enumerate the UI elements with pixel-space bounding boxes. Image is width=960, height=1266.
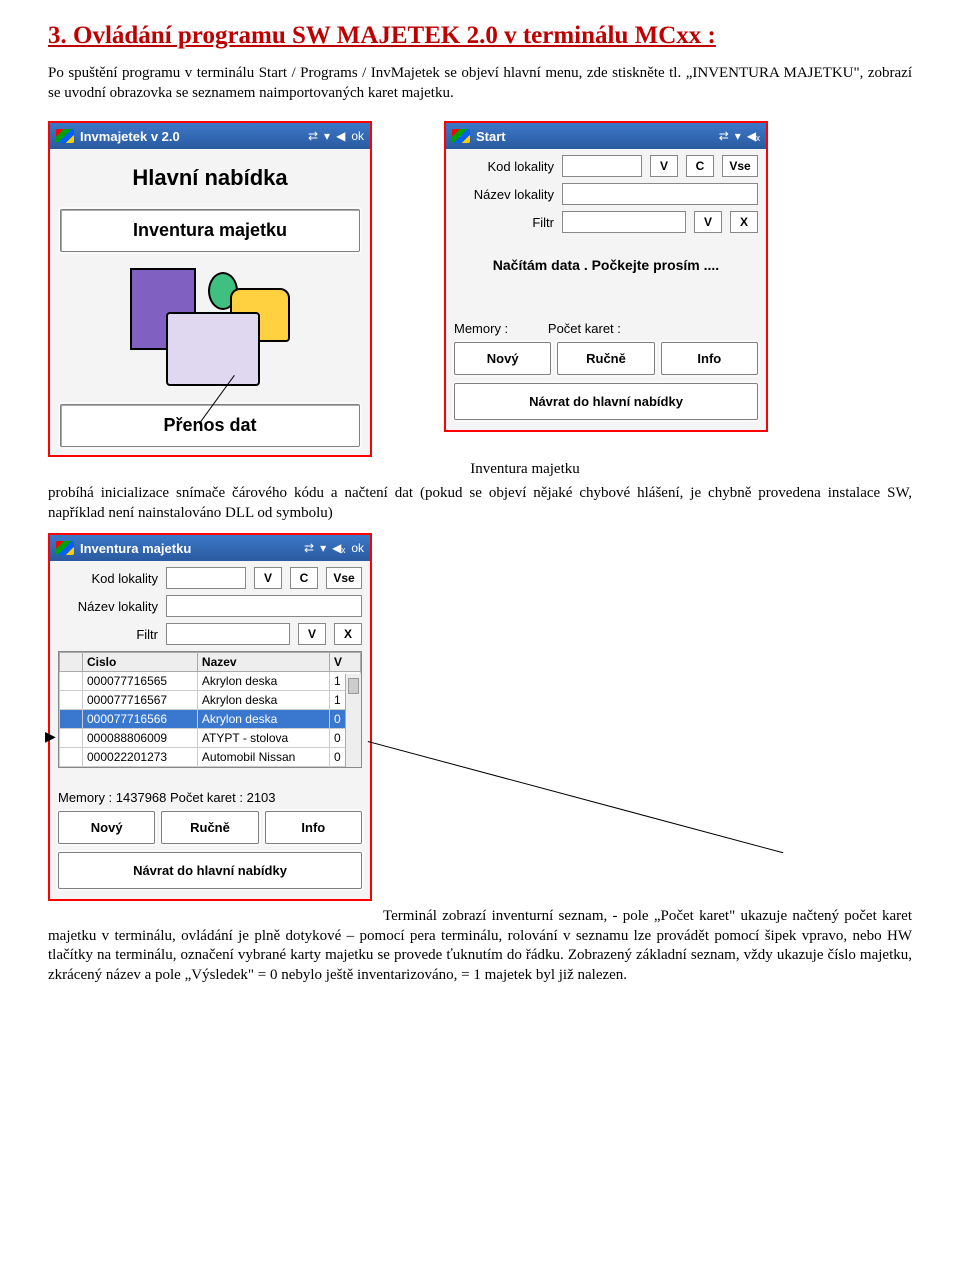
info-button[interactable]: Info <box>265 811 362 844</box>
nazev-lokality-row: Název lokality <box>58 595 362 617</box>
inventory-grid[interactable]: ▶ Cislo Nazev V 000077716565Akrylon desk… <box>58 651 362 768</box>
nazev-lokality-label: Název lokality <box>58 599 158 614</box>
filtr-label: Filtr <box>58 627 158 642</box>
table-row[interactable]: 000077716565Akrylon deska1 <box>60 672 361 691</box>
signal-icon: ▾ <box>735 129 741 143</box>
final-lead: Terminál zobrazí inventurní seznam, - po… <box>383 908 839 924</box>
info-button[interactable]: Info <box>661 342 758 375</box>
filtr-input[interactable] <box>166 623 290 645</box>
v-button[interactable]: V <box>298 623 326 645</box>
kod-lokality-row: Kod lokality V C Vse <box>58 567 362 589</box>
novy-button[interactable]: Nový <box>454 342 551 375</box>
ok-button[interactable]: ok <box>351 129 364 143</box>
filtr-input[interactable] <box>562 211 686 233</box>
filtr-row: Filtr V X <box>454 211 758 233</box>
x-button[interactable]: X <box>730 211 758 233</box>
v-button[interactable]: V <box>650 155 678 177</box>
c-button[interactable]: C <box>290 567 318 589</box>
final-paragraph: Terminál zobrazí inventurní seznam, - po… <box>48 907 912 985</box>
table-row-selected[interactable]: 000077716566Akrylon deska0 <box>60 710 361 729</box>
vse-button[interactable]: Vse <box>326 567 362 589</box>
mute-icon: ◀ₓ <box>747 129 760 143</box>
kod-lokality-row: Kod lokality V C Vse <box>454 155 758 177</box>
windows-flag-icon <box>56 129 74 143</box>
col-cislo[interactable]: Cislo <box>83 653 198 672</box>
network-icon: ⇄ <box>308 129 318 143</box>
table-row[interactable]: 000088806009ATYPT - stolova0 <box>60 729 361 748</box>
screenshot-inventura-grid: Inventura majetku ⇄ ▾ ◀ₓ ok Kod lokality… <box>48 533 372 901</box>
loading-status: Načítám data . Počkejte prosím .... <box>454 257 758 297</box>
col-vysledek[interactable]: V <box>330 653 361 672</box>
screenshot-start-loading: Start ⇄ ▾ ◀ₓ Kod lokality V C Vse Název … <box>444 121 768 432</box>
tray-icons: ⇄ ▾ ◀ₓ <box>719 129 760 143</box>
mute-icon: ◀ₓ <box>332 541 345 555</box>
titlebar: Start ⇄ ▾ ◀ₓ <box>446 123 766 149</box>
titlebar-title: Start <box>476 129 506 144</box>
decorative-artwork <box>130 268 290 388</box>
kod-lokality-input[interactable] <box>166 567 246 589</box>
navrat-button[interactable]: Návrat do hlavní nabídky <box>454 383 758 420</box>
grid-header-row: Cislo Nazev V <box>60 653 361 672</box>
section-heading: 3. Ovládání programu SW MAJETEK 2.0 v te… <box>48 22 912 50</box>
intro-paragraph: Po spuštění programu v terminálu Start /… <box>48 64 912 103</box>
c-button[interactable]: C <box>686 155 714 177</box>
kod-lokality-input[interactable] <box>562 155 642 177</box>
middle-paragraph: probíhá inicializace snímače čárového kó… <box>48 484 912 523</box>
titlebar-title: Invmajetek v 2.0 <box>80 129 180 144</box>
inventura-majetku-button[interactable]: Inventura majetku <box>60 209 360 252</box>
table-row[interactable]: 000077716567Akrylon deska1 <box>60 691 361 710</box>
rucne-button[interactable]: Ručně <box>161 811 258 844</box>
network-icon: ⇄ <box>719 129 729 143</box>
network-icon: ⇄ <box>304 541 314 555</box>
ok-button[interactable]: ok <box>351 541 364 555</box>
memory-label: Memory : <box>454 321 508 336</box>
windows-flag-icon <box>452 129 470 143</box>
nazev-lokality-input[interactable] <box>166 595 362 617</box>
main-menu-title: Hlavní nabídka <box>50 165 370 191</box>
table-row[interactable]: 000022201273Automobil Nissan0 <box>60 748 361 767</box>
footer-counters: Memory : Počet karet : <box>454 321 758 336</box>
kod-lokality-label: Kod lokality <box>454 159 554 174</box>
speaker-icon: ◀ <box>336 129 345 143</box>
nazev-lokality-input[interactable] <box>562 183 758 205</box>
rucne-button[interactable]: Ručně <box>557 342 654 375</box>
signal-icon: ▾ <box>324 129 330 143</box>
current-row-indicator-icon: ▶ <box>45 728 56 745</box>
v-button[interactable]: V <box>694 211 722 233</box>
titlebar: Inventura majetku ⇄ ▾ ◀ₓ ok <box>50 535 370 561</box>
novy-button[interactable]: Nový <box>58 811 155 844</box>
scrollbar-thumb[interactable] <box>348 678 359 694</box>
col-nazev[interactable]: Nazev <box>197 653 329 672</box>
count-label: Počet karet : <box>548 321 621 336</box>
v-button[interactable]: V <box>254 567 282 589</box>
tray-icons: ⇄ ▾ ◀ ok <box>308 129 364 143</box>
books-icon <box>166 312 260 386</box>
titlebar: Invmajetek v 2.0 ⇄ ▾ ◀ ok <box>50 123 370 149</box>
windows-flag-icon <box>56 541 74 555</box>
grid-scrollbar[interactable] <box>345 674 361 767</box>
signal-icon: ▾ <box>320 541 326 555</box>
navrat-button[interactable]: Návrat do hlavní nabídky <box>58 852 362 889</box>
filtr-label: Filtr <box>454 215 554 230</box>
nazev-lokality-row: Název lokality <box>454 183 758 205</box>
footer-counters: Memory : 1437968 Počet karet : 2103 <box>58 790 362 805</box>
vse-button[interactable]: Vse <box>722 155 758 177</box>
kod-lokality-label: Kod lokality <box>58 571 158 586</box>
tray-icons: ⇄ ▾ ◀ₓ ok <box>304 541 364 555</box>
x-button[interactable]: X <box>334 623 362 645</box>
nazev-lokality-label: Název lokality <box>454 187 554 202</box>
titlebar-title: Inventura majetku <box>80 541 191 556</box>
filtr-row: Filtr V X <box>58 623 362 645</box>
